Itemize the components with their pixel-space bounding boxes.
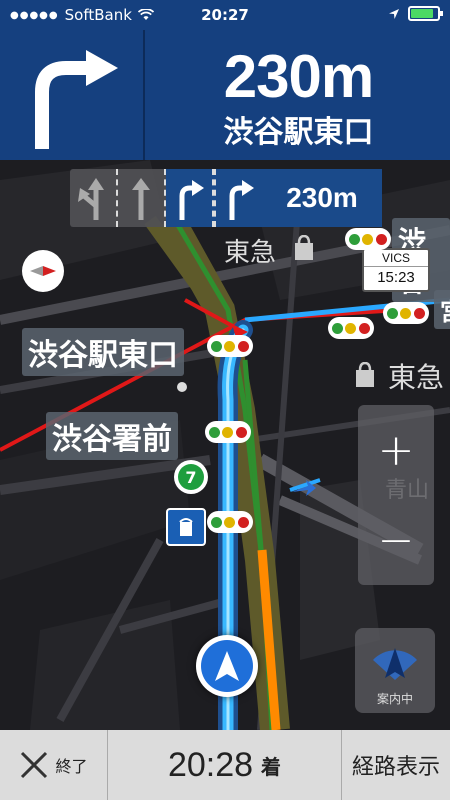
guidance-mode-label: 案内中 bbox=[376, 692, 413, 706]
map-label-shibuya-east: 渋谷駅東口 bbox=[22, 328, 184, 376]
turn-indicator bbox=[0, 30, 145, 160]
map-label-tokyu-2: 東急 bbox=[388, 361, 445, 394]
lane-straight bbox=[118, 169, 166, 227]
lane-distance: 230m bbox=[262, 169, 382, 227]
traffic-signal-icon bbox=[207, 511, 253, 533]
turn-destination: 渋谷駅東口 bbox=[223, 115, 374, 150]
shop-icon bbox=[295, 235, 313, 260]
lane-left-straight bbox=[70, 169, 118, 227]
current-location-marker bbox=[196, 635, 258, 697]
traffic-signal-icon bbox=[205, 421, 251, 443]
bottom-bar: 終了 20:28 着 経路表示 bbox=[0, 730, 450, 800]
lane-right-2 bbox=[214, 169, 262, 227]
direction-arrow-icon bbox=[292, 480, 316, 496]
convenience-store-icon[interactable]: 7 bbox=[174, 460, 208, 494]
close-icon bbox=[21, 751, 48, 779]
vics-time: 15:23 bbox=[377, 269, 415, 286]
heading-up-icon bbox=[373, 648, 417, 680]
guidance-info: 230m 渋谷駅東口 bbox=[147, 30, 450, 160]
map-label-tokyu: 東急 bbox=[224, 238, 277, 268]
location-arrow-icon bbox=[389, 8, 399, 19]
shop-icon bbox=[356, 362, 374, 387]
clock: 20:27 bbox=[201, 6, 249, 24]
vics-info: VICS 15:23 bbox=[362, 248, 430, 292]
end-label: 終了 bbox=[55, 757, 88, 776]
guidance-header: 230m 渋谷駅東口 bbox=[0, 30, 450, 160]
zoom-in-button[interactable]: + bbox=[358, 405, 434, 495]
arrival-time: 20:28 bbox=[167, 745, 254, 784]
map-label-shibuya-police: 渋谷署前 bbox=[46, 412, 178, 460]
traffic-signal-icon bbox=[328, 317, 374, 339]
map-view[interactable]: 230m 東急 東急 渋谷駅東口 渋谷署前 渋谷 宮 青山 VICS 15:23… bbox=[0, 160, 450, 730]
map-label-miya: 宮 bbox=[434, 290, 450, 329]
straight-arrow-icon bbox=[132, 178, 150, 220]
navigation-arrow-icon bbox=[215, 651, 239, 681]
turn-right-arrow-icon bbox=[179, 180, 204, 220]
traffic-signal-icon bbox=[383, 302, 429, 324]
turn-distance: 230m bbox=[223, 43, 374, 110]
compass-icon[interactable] bbox=[22, 250, 64, 292]
zoom-out-button[interactable]: − bbox=[358, 495, 434, 585]
turn-right-arrow-icon bbox=[229, 180, 254, 220]
show-route-button[interactable]: 経路表示 bbox=[342, 730, 450, 800]
traffic-signal-icon bbox=[345, 228, 391, 250]
arrival-info: 20:28 着 bbox=[108, 730, 342, 800]
guidance-mode-button[interactable]: 案内中 bbox=[355, 628, 435, 713]
zoom-control: + − bbox=[358, 405, 434, 585]
turn-right-arrow-icon bbox=[35, 50, 118, 149]
arrival-suffix: 着 bbox=[261, 754, 282, 779]
status-bar: ●●●●● SoftBank 20:27 bbox=[0, 0, 450, 30]
vics-title: VICS bbox=[364, 250, 428, 267]
traffic-signal-icon bbox=[207, 335, 253, 357]
lane-guidance: 230m bbox=[70, 169, 382, 227]
lane-right-1 bbox=[166, 169, 214, 227]
end-navigation-button[interactable]: 終了 bbox=[0, 730, 108, 800]
battery-icon bbox=[408, 6, 443, 21]
convenience-store-2-icon[interactable] bbox=[166, 508, 206, 546]
left-straight-arrow-icon bbox=[78, 178, 104, 220]
